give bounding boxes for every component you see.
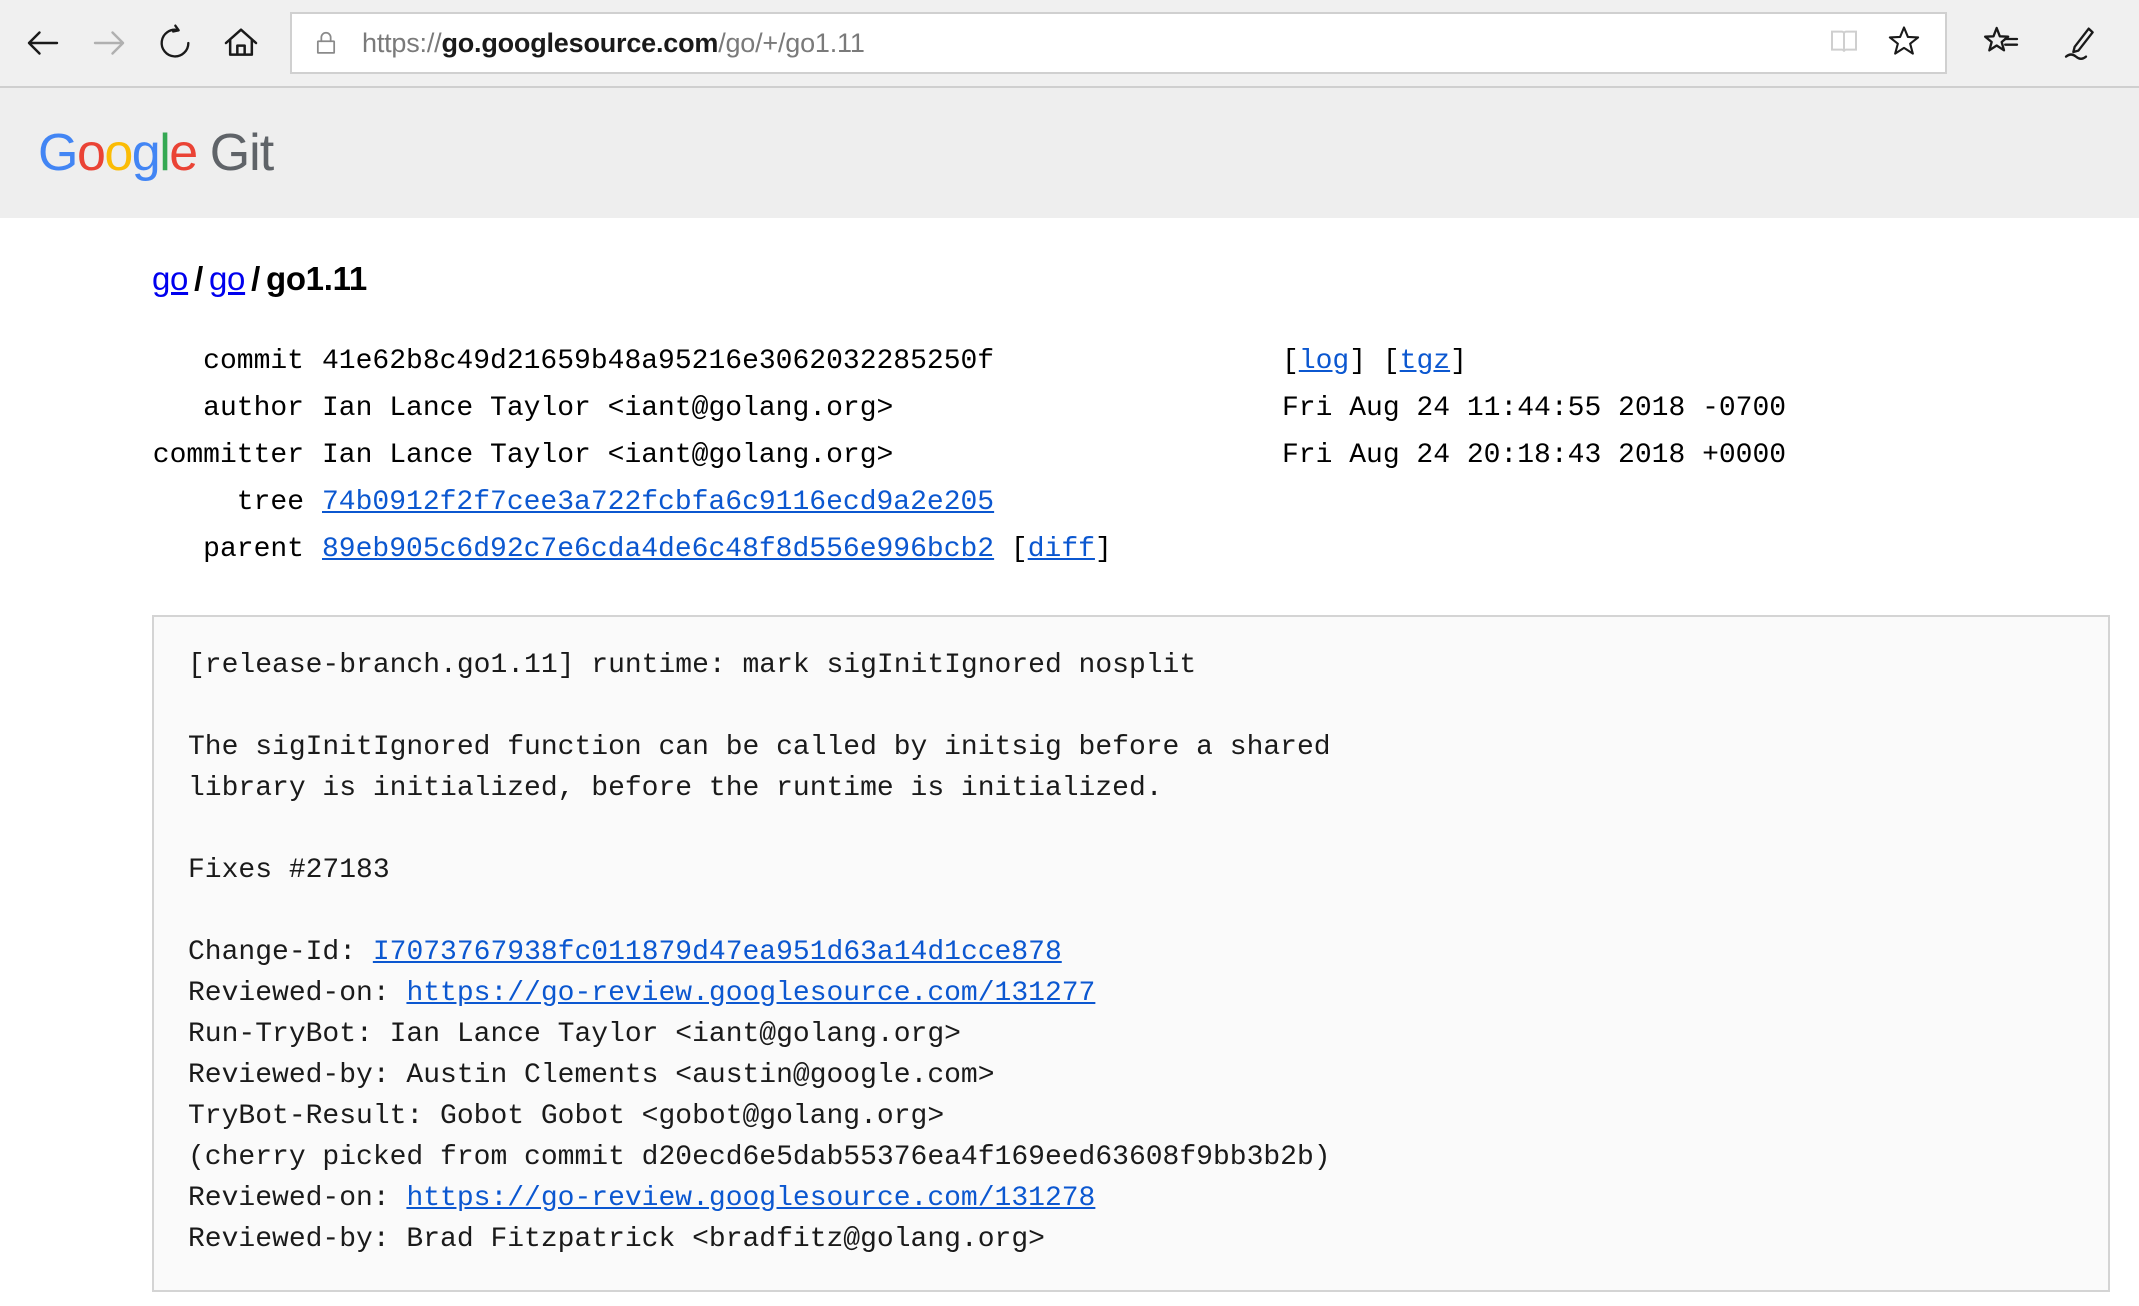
back-arrow-icon (22, 22, 64, 64)
reviewed-on-link-2[interactable]: https://go-review.googlesource.com/13127… (406, 1183, 1095, 1214)
commit-label: commit (203, 346, 304, 377)
url-text[interactable]: https://go.googlesource.com/go/+/go1.11 (362, 28, 1817, 59)
forward-button[interactable] (76, 10, 142, 76)
message-subject: [release-branch.go1.11] runtime: mark si… (188, 650, 1197, 681)
url-path: /go/+/go1.11 (718, 27, 865, 58)
logo-letter-o1: o (76, 124, 106, 182)
hub-button[interactable] (1969, 10, 2033, 76)
commit-row-commit: commit 41e62b8c49d21659b48a95216e3062032… (152, 338, 2139, 385)
log-link[interactable]: log (1299, 346, 1349, 377)
message-body-line-1: The sigInitIgnored function can be calle… (188, 732, 1331, 763)
run-trybot-line: Run-TryBot: Ian Lance Taylor <iant@golan… (188, 1019, 961, 1050)
diff-link[interactable]: diff (1028, 534, 1095, 565)
committer-name: Ian Lance Taylor <iant@golang.org> (322, 440, 894, 471)
refresh-icon (155, 23, 195, 63)
change-id-link[interactable]: I7073767938fc011879d47ea951d63a14d1cce87… (373, 937, 1062, 968)
page-content: go / go / go1.11 commit 41e62b8c49d21659b48a… (0, 218, 2139, 1292)
site-header: Google Git (0, 88, 2139, 218)
trybot-result-line: TryBot-Result: Gobot Gobot <gobot@golang… (188, 1101, 945, 1132)
reviewed-on-link-1[interactable]: https://go-review.googlesource.com/13127… (406, 978, 1095, 1009)
breadcrumb-link-repo[interactable]: go (152, 260, 188, 297)
address-bar-actions (1817, 16, 1931, 70)
star-list-icon (1981, 23, 2021, 63)
browser-toolbar: https://go.googlesource.com/go/+/go1.11 (0, 0, 2139, 88)
tree-label: tree (236, 487, 304, 518)
refresh-button[interactable] (142, 10, 208, 76)
author-label: author (203, 393, 304, 424)
logo-letter-g1: G (38, 124, 78, 182)
reviewed-on-label-2: Reviewed-on: (188, 1183, 407, 1214)
tgz-link[interactable]: tgz (1400, 346, 1450, 377)
commit-message: [release-branch.go1.11] runtime: mark si… (188, 645, 2074, 1260)
tree-hash-link[interactable]: 74b0912f2f7cee3a722fcbfa6c9116ecd9a2e205 (322, 487, 994, 518)
commit-row-tree: tree 74b0912f2f7cee3a722fcbfa6c9116ecd9a… (152, 479, 2139, 526)
breadcrumb-separator-2: / (251, 260, 260, 297)
forward-arrow-icon (88, 22, 130, 64)
message-body-line-2: library is initialized, before the runti… (188, 773, 1163, 804)
reviewed-by-line-2: Reviewed-by: Brad Fitzpatrick <bradfitz@… (188, 1224, 1045, 1255)
breadcrumb-link-project[interactable]: go (209, 260, 245, 297)
lock-icon (312, 29, 340, 57)
logo-letter-g2: g (131, 124, 161, 182)
logo-letter-l: l (159, 124, 171, 182)
commit-actions: [log] [tgz] (1282, 346, 1467, 377)
breadcrumb-separator-1: / (194, 260, 203, 297)
logo-suffix: Git (209, 124, 274, 182)
author-date: Fri Aug 24 11:44:55 2018 -0700 (1282, 393, 1787, 424)
url-host: go.googlesource.com (441, 27, 719, 58)
parent-hash-link[interactable]: 89eb905c6d92c7e6cda4de6c48f8d556e996bcb2 (322, 534, 994, 565)
back-button[interactable] (10, 10, 76, 76)
logo-letter-o2: o (104, 124, 133, 182)
reading-view-button[interactable] (1817, 16, 1871, 70)
commit-row-parent: parent 89eb905c6d92c7e6cda4de6c48f8d556e… (152, 526, 2139, 573)
cherry-pick-line: (cherry picked from commit d20ecd6e5dab5… (188, 1142, 1331, 1173)
book-icon (1828, 25, 1860, 62)
message-fixes: Fixes #27183 (188, 855, 390, 886)
url-scheme: https:// (362, 27, 442, 58)
address-bar[interactable]: https://go.googlesource.com/go/+/go1.11 (290, 12, 1947, 74)
home-button[interactable] (208, 10, 274, 76)
commit-hash: 41e62b8c49d21659b48a95216e3062032285250f (322, 346, 995, 377)
commit-message-box: [release-branch.go1.11] runtime: mark si… (152, 615, 2110, 1292)
breadcrumb-current: go1.11 (265, 260, 367, 297)
committer-date: Fri Aug 24 20:18:43 2018 +0000 (1282, 440, 1787, 471)
change-id-label: Change-Id: (188, 937, 373, 968)
parent-diff-action: [diff] (994, 534, 1112, 565)
web-note-button[interactable] (2049, 10, 2113, 76)
reviewed-by-line-1: Reviewed-by: Austin Clements <austin@goo… (188, 1060, 995, 1091)
home-icon (221, 23, 261, 63)
google-git-logo[interactable]: Google Git (38, 124, 274, 182)
favorite-button[interactable] (1877, 16, 1931, 70)
reviewed-on-label-1: Reviewed-on: (188, 978, 407, 1009)
author-name: Ian Lance Taylor <iant@golang.org> (322, 393, 894, 424)
commit-metadata: commit 41e62b8c49d21659b48a95216e3062032… (152, 338, 2139, 573)
star-icon (1886, 23, 1922, 64)
parent-label: parent (203, 534, 304, 565)
committer-label: committer (152, 440, 304, 471)
logo-letter-e: e (169, 124, 198, 182)
commit-row-committer: committer Ian Lance Taylor <iant@golang.… (152, 432, 2139, 479)
browser-actions (1969, 10, 2113, 76)
breadcrumb: go / go / go1.11 (152, 260, 2139, 298)
pen-icon (2061, 23, 2101, 63)
commit-row-author: author Ian Lance Taylor <iant@golang.org… (152, 385, 2139, 432)
